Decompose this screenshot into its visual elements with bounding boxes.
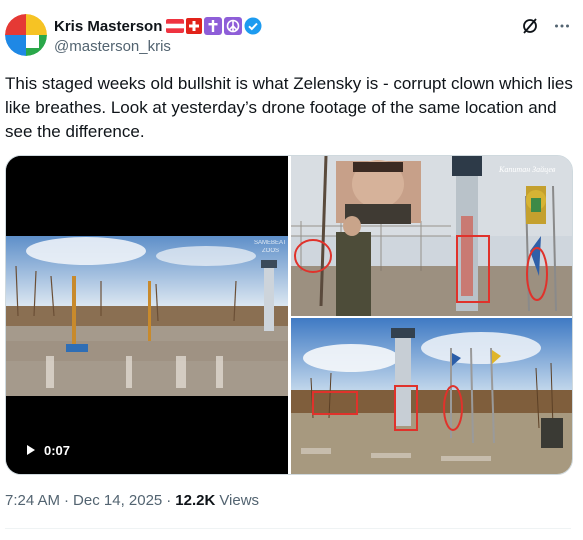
verified-badge-icon[interactable] — [244, 17, 262, 35]
latin-cross-icon — [204, 17, 223, 35]
video-duration: 0:07 — [44, 442, 71, 458]
media-grid[interactable]: SAMEBEAT ZOOS 0:07 Капитан Зайцев — [5, 155, 573, 475]
svg-text:SAMEBEAT: SAMEBEAT — [254, 240, 287, 246]
avatar[interactable] — [5, 14, 47, 56]
author-name-row: Kris Masterson — [54, 16, 262, 36]
tweet-header-actions — [521, 17, 571, 35]
video-duration-badge[interactable]: 0:07 — [18, 438, 79, 462]
peace-symbol-icon — [224, 17, 243, 35]
image-comparison-top[interactable]: Капитан Зайцев — [291, 156, 572, 316]
views-label: Views — [219, 492, 260, 509]
grok-icon[interactable] — [521, 17, 539, 35]
tweet-time[interactable]: 7:24 AM — [5, 492, 60, 509]
svg-text:Капитан Зайцев: Капитан Зайцев — [498, 165, 556, 174]
more-options-icon[interactable] — [553, 17, 571, 35]
photo-zelensky-staged: Капитан Зайцев — [291, 156, 572, 316]
tweet-meta: 7:24 AM · Dec 14, 2025 · 12.2K Views — [5, 492, 259, 509]
photo-drone-footage — [291, 318, 572, 474]
tweet-date[interactable]: Dec 14, 2025 — [73, 492, 162, 509]
svg-text:ZOOS: ZOOS — [262, 248, 279, 254]
badge-list — [166, 17, 262, 35]
author-handle[interactable]: @masterson_kris — [54, 38, 171, 55]
austria-flag-icon — [166, 19, 185, 33]
video-player[interactable]: SAMEBEAT ZOOS 0:07 — [6, 156, 288, 474]
image-comparison-bottom[interactable] — [291, 318, 572, 474]
video-frame: SAMEBEAT ZOOS — [6, 156, 288, 474]
swiss-flag-icon — [186, 18, 203, 34]
meta-separator: · — [166, 492, 172, 509]
divider — [5, 528, 571, 529]
tweet-text: This staged weeks old bullshit is what Z… — [5, 74, 573, 141]
display-name[interactable]: Kris Masterson — [54, 18, 162, 35]
meta-separator: · — [64, 492, 70, 509]
views-count: 12.2K — [175, 492, 216, 509]
play-icon[interactable] — [26, 444, 36, 456]
